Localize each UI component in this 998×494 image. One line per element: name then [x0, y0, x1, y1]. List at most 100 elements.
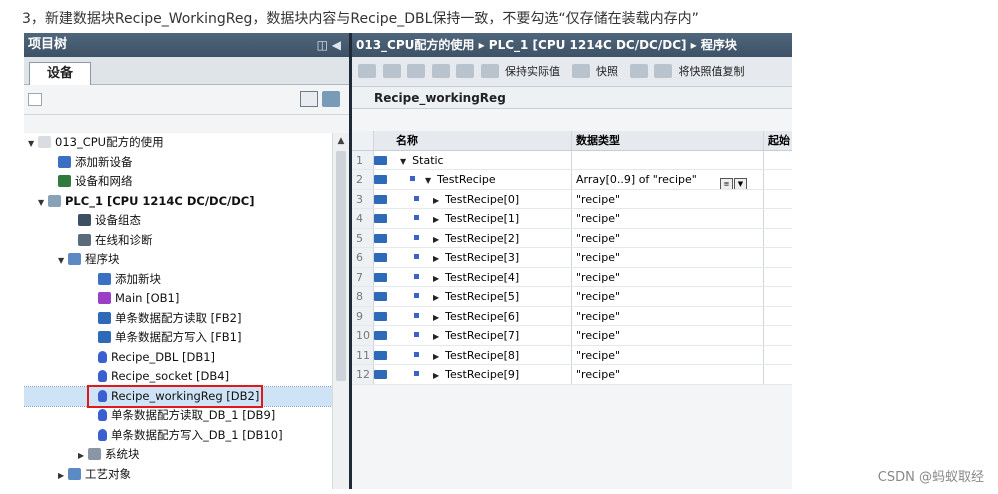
tab-devices[interactable]: 设备 [29, 62, 91, 86]
table-row[interactable]: 1 ▼ Static [352, 150, 792, 170]
tree-item[interactable]: ▶ 工艺对象 [24, 465, 332, 485]
tree-item[interactable]: 单条数据配方读取_DB_1 [DB9] [24, 406, 332, 426]
collapse-arrow-icon[interactable]: ▶ [433, 332, 439, 341]
expand-arrow-icon[interactable]: ▼ [38, 193, 48, 213]
table-row[interactable]: 9 ▶ TestRecipe[6] "recipe" [352, 306, 792, 326]
tree-scrollbar[interactable]: ▲ [332, 133, 349, 489]
load-snapshot-icon[interactable] [654, 64, 672, 78]
cell-name[interactable]: ▼ Static [396, 150, 572, 169]
cell-start[interactable] [764, 151, 792, 170]
col-name[interactable]: 名称 [396, 131, 572, 150]
table-row[interactable]: 7 ▶ TestRecipe[4] "recipe" [352, 267, 792, 287]
tree-item[interactable]: Recipe_DBL [DB1] [24, 348, 332, 368]
cell-name[interactable]: ▶ TestRecipe[5] [396, 287, 572, 306]
collapse-icon[interactable] [431, 64, 450, 78]
cell-type[interactable]: "recipe" [572, 248, 764, 267]
cell-type[interactable]: "recipe" [572, 228, 764, 247]
table-row[interactable]: 4 ▶ TestRecipe[1] "recipe" [352, 209, 792, 229]
collapse-arrow-icon[interactable]: ▶ [433, 313, 439, 322]
col-type[interactable]: 数据类型 [572, 131, 764, 150]
view-toggle-icon[interactable] [300, 91, 318, 107]
cell-name[interactable]: ▼ TestRecipe [396, 170, 572, 189]
cell-name[interactable]: ▶ TestRecipe[9] [396, 365, 572, 384]
table-row[interactable]: 5 ▶ TestRecipe[2] "recipe" [352, 228, 792, 248]
tree-item[interactable]: ▼ 程序块 [24, 250, 332, 270]
cell-start[interactable] [764, 190, 792, 209]
cell-type[interactable] [572, 150, 764, 169]
table-row[interactable]: 10 ▶ TestRecipe[7] "recipe" [352, 326, 792, 346]
tree-item[interactable]: 设备组态 [24, 211, 332, 231]
cell-type[interactable]: "recipe" [572, 189, 764, 208]
cell-start[interactable] [764, 229, 792, 248]
list-icon[interactable]: ≡ [720, 178, 733, 189]
add-row-icon[interactable] [382, 64, 401, 78]
table-row[interactable]: 11 ▶ TestRecipe[8] "recipe" [352, 345, 792, 365]
panel-collapse-icon[interactable]: ◫ ◀ [317, 33, 341, 57]
tree-item[interactable]: 设备和网络 [24, 172, 332, 192]
tree-item[interactable]: ▼ 013_CPU配方的使用 [24, 133, 332, 153]
scroll-thumb[interactable] [336, 151, 346, 381]
tree-item[interactable]: Main [OB1] [24, 289, 332, 309]
type-picker[interactable]: ≡ ▼ [719, 173, 747, 189]
cell-name[interactable]: ▶ TestRecipe[4] [396, 267, 572, 286]
sync-icon[interactable] [322, 91, 340, 107]
cell-name[interactable]: ▶ TestRecipe[1] [396, 209, 572, 228]
scroll-up-arrow[interactable]: ▲ [333, 133, 349, 149]
cell-type[interactable]: "recipe" [572, 365, 764, 384]
tree-item[interactable]: 单条数据配方读取 [FB2] [24, 309, 332, 329]
cell-start[interactable] [764, 346, 792, 365]
cell-name[interactable]: ▶ TestRecipe[6] [396, 306, 572, 325]
collapse-arrow-icon[interactable]: ▶ [433, 254, 439, 263]
cell-type[interactable]: "recipe" [572, 209, 764, 228]
copy-snapshot-to-start-button[interactable]: 将快照值复制 [679, 65, 745, 78]
cell-type[interactable]: "recipe" [572, 326, 764, 345]
cell-start[interactable] [764, 365, 792, 384]
expand-arrow-icon[interactable]: ▼ [400, 157, 406, 166]
tree-item[interactable]: 添加新设备 [24, 153, 332, 173]
tree-item[interactable]: 单条数据配方写入_DB_1 [DB10] [24, 426, 332, 446]
cell-start[interactable] [764, 287, 792, 306]
cell-type[interactable]: "recipe" [572, 267, 764, 286]
table-row[interactable]: 12 ▶ TestRecipe[9] "recipe" [352, 365, 792, 385]
collapse-arrow-icon[interactable]: ▶ [433, 196, 439, 205]
cell-name[interactable]: ▶ TestRecipe[7] [396, 326, 572, 345]
cell-name[interactable]: ▶ TestRecipe[0] [396, 189, 572, 208]
collapse-arrow-icon[interactable]: ▶ [433, 274, 439, 283]
col-start[interactable]: 起始 [764, 131, 792, 150]
cell-type[interactable]: "recipe" [572, 306, 764, 325]
collapse-arrow-icon[interactable]: ▶ [433, 352, 439, 361]
collapse-arrow-icon[interactable]: ▶ [433, 235, 439, 244]
new-item-icon[interactable] [28, 93, 42, 106]
cell-name[interactable]: ▶ TestRecipe[3] [396, 248, 572, 267]
tree-item[interactable]: 单条数据配方写入 [FB1] [24, 328, 332, 348]
insert-row-icon[interactable] [358, 64, 376, 78]
collapse-arrow-icon[interactable]: ▶ [78, 446, 88, 466]
cell-start[interactable] [764, 170, 792, 189]
tree-item[interactable]: Recipe_socket [DB4] [24, 367, 332, 387]
table-row[interactable]: 8 ▶ TestRecipe[5] "recipe" [352, 287, 792, 307]
collapse-arrow-icon[interactable]: ▶ [433, 215, 439, 224]
snapshot-button[interactable]: 快照 [596, 65, 618, 78]
tree-item[interactable]: 添加新块 [24, 270, 332, 290]
cell-start[interactable] [764, 209, 792, 228]
expand-arrow-icon[interactable]: ▼ [425, 176, 431, 185]
table-row[interactable]: 2 ▼ TestRecipe Array[0..9] of "recipe" ≡ ▼ [352, 170, 792, 190]
collapse-arrow-icon[interactable]: ▶ [433, 293, 439, 302]
expand-icon[interactable] [407, 64, 425, 78]
list-icon[interactable] [456, 64, 474, 78]
expand-arrow-icon[interactable]: ▼ [58, 251, 68, 271]
chevron-down-icon[interactable]: ▼ [734, 178, 747, 189]
cell-start[interactable] [764, 326, 792, 345]
cell-name[interactable]: ▶ TestRecipe[8] [396, 345, 572, 364]
cell-start[interactable] [764, 307, 792, 326]
tree-item[interactable]: ▶ 系统块 [24, 445, 332, 465]
keep-actual-values-button[interactable]: 保持实际值 [505, 65, 560, 78]
table-row[interactable]: 6 ▶ TestRecipe[3] "recipe" [352, 248, 792, 268]
copy-snapshot-icon[interactable] [629, 64, 648, 78]
cell-type[interactable]: "recipe" [572, 287, 764, 306]
collapse-arrow-icon[interactable]: ▶ [433, 371, 439, 380]
collapse-arrow-icon[interactable]: ▶ [58, 466, 68, 486]
monitor-icon[interactable] [480, 64, 499, 78]
cell-type[interactable]: "recipe" [572, 345, 764, 364]
cell-name[interactable]: ▶ TestRecipe[2] [396, 228, 572, 247]
